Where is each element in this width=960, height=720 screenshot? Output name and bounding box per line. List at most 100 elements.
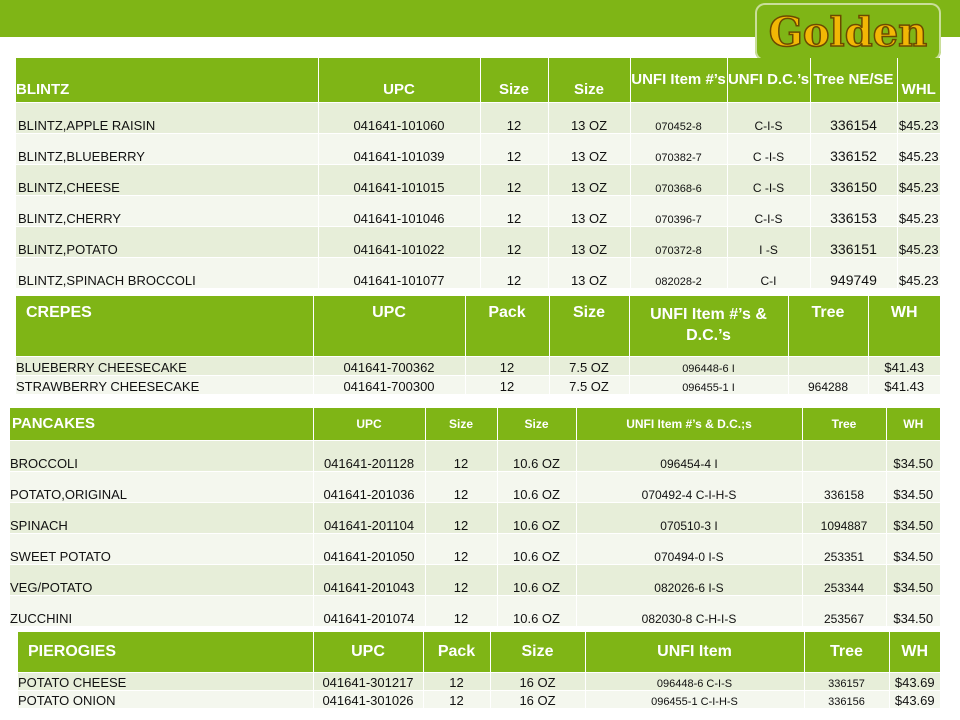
pancakes-cell: $34.50 [885, 470, 940, 502]
crepes-size-header: Size [548, 296, 629, 356]
pierogies-header-row: PIEROGIES UPC Pack Size UNFI Item Tree W… [18, 632, 940, 672]
pancakes-row: POTATO,ORIGINAL 041641-201036 12 10.6 OZ 070… [10, 470, 940, 502]
pancakes-cell: 336158 [801, 470, 886, 502]
crepes-category-header: CREPES [16, 296, 313, 356]
blintz-cell: 041641-101039 [317, 132, 480, 164]
pancakes-cell: 10.6 OZ [496, 439, 576, 471]
blintz-tree-header: Tree NE/SE [809, 58, 897, 102]
pierogies-category-header: PIEROGIES [18, 632, 313, 672]
golden-logo: Golden [755, 3, 941, 61]
blintz-cell: C-I [726, 256, 810, 288]
blintz-cell: 12 [479, 163, 548, 195]
pancakes-cell: 041641-201043 [312, 563, 425, 595]
crepes-cell: 12 [464, 355, 549, 375]
crepes-cell: 041641-700300 [312, 374, 465, 394]
crepes-cell: 041641-700362 [312, 355, 465, 375]
pierogies-row: POTATO CHEESE 041641-301217 12 16 OZ 096448-… [18, 671, 940, 690]
pierogies-pack-header: Pack [422, 632, 490, 672]
blintz-header-row: BLINTZ UPC Size Size UNFI Item #’s UNFI … [16, 58, 940, 102]
pancakes-cell: 12 [424, 532, 497, 564]
crepes-row: BLUEBERRY CHEESECAKE 041641-700362 12 7.5 O… [16, 355, 940, 375]
blintz-cell: 12 [479, 194, 548, 226]
blintz-cell: 041641-101022 [317, 225, 480, 257]
crepes-wh-header: WH [867, 296, 940, 356]
crepes-cell: 096455-1 I [628, 374, 788, 394]
blintz-unfi-dc-header: UNFI D.C.’s [726, 58, 810, 102]
blintz-cell: $45.23 [896, 101, 940, 133]
blintz-row: BLINTZ,POTATO 041641-101022 12 13 OZ 070372-… [16, 225, 940, 257]
pancakes-cell: 10.6 OZ [496, 532, 576, 564]
crepes-tree-header: Tree [787, 296, 868, 356]
crepes-cell: 7.5 OZ [548, 355, 629, 375]
pancakes-cell: 070494-0 I-S [575, 532, 802, 564]
blintz-cell: 041641-101015 [317, 163, 480, 195]
pancakes-cell: POTATO,ORIGINAL [10, 470, 313, 502]
pancakes-cell: VEG/POTATO [10, 563, 313, 595]
blintz-cell: 13 OZ [547, 225, 630, 257]
pancakes-wh-header: WH [885, 408, 940, 440]
pancakes-category-header: PANCAKES [10, 408, 313, 440]
blintz-cell: BLINTZ,SPINACH BROCCOLI [16, 256, 318, 288]
blintz-category-header: BLINTZ [16, 58, 318, 102]
blintz-cell: I -S [726, 225, 810, 257]
pierogies-cell: 16 OZ [489, 689, 585, 708]
blintz-cell: 12 [479, 101, 548, 133]
blintz-cell: C -I-S [726, 163, 810, 195]
crepes-unfi-header: UNFI Item #’s & D.C.’s [628, 296, 788, 356]
pierogies-cell: 041641-301217 [312, 671, 423, 690]
blintz-cell: C -I-S [726, 132, 810, 164]
pancakes-cell: 070492-4 C-I-H-S [575, 470, 802, 502]
pancakes-row: ZUCCHINI 041641-201074 12 10.6 OZ 082030-8 C… [10, 594, 940, 626]
blintz-cell: 13 OZ [547, 256, 630, 288]
pierogies-unfi-header: UNFI Item [584, 632, 804, 672]
pancakes-cell [801, 439, 886, 471]
pierogies-cell: POTATO CHEESE [18, 671, 313, 690]
blintz-cell: 070372-8 [629, 225, 727, 257]
pancakes-cell: 12 [424, 501, 497, 533]
blintz-cell: $45.23 [896, 163, 940, 195]
blintz-upc-header: UPC [317, 58, 480, 102]
blintz-size2-header: Size [547, 58, 630, 102]
blintz-cell: 12 [479, 256, 548, 288]
pierogies-tree-header: Tree [803, 632, 889, 672]
pancakes-size-header: Size [424, 408, 497, 440]
pancakes-cell: 12 [424, 563, 497, 595]
pancakes-cell: 12 [424, 439, 497, 471]
blintz-cell: 12 [479, 132, 548, 164]
blintz-whl-header: WHL [896, 58, 940, 102]
blintz-cell: 949749 [809, 256, 897, 288]
pancakes-row: SWEET POTATO 041641-201050 12 10.6 OZ 070494… [10, 532, 940, 564]
crepes-cell: 964288 [787, 374, 868, 394]
pancakes-cell: 041641-201104 [312, 501, 425, 533]
pancakes-cell: $34.50 [885, 532, 940, 564]
blintz-cell: C-I-S [726, 101, 810, 133]
blintz-cell: 336153 [809, 194, 897, 226]
crepes-cell: STRAWBERRY CHEESECAKE [16, 374, 313, 394]
pancakes-cell: SPINACH [10, 501, 313, 533]
pierogies-size-header: Size [489, 632, 585, 672]
blintz-cell: 070396-7 [629, 194, 727, 226]
pancakes-cell: $34.50 [885, 563, 940, 595]
blintz-cell: 070382-7 [629, 132, 727, 164]
blintz-cell: $45.23 [896, 194, 940, 226]
blintz-cell: 13 OZ [547, 101, 630, 133]
pancakes-cell: 041641-201128 [312, 439, 425, 471]
crepes-row: STRAWBERRY CHEESECAKE 041641-700300 12 7.5 … [16, 374, 940, 394]
pierogies-cell: 336156 [803, 689, 889, 708]
pancakes-cell: 10.6 OZ [496, 563, 576, 595]
blintz-cell: 070452-8 [629, 101, 727, 133]
pancakes-header-row: PANCAKES UPC Size Size UNFI Item #’s & D… [10, 408, 940, 440]
pierogies-cell: $43.69 [888, 671, 940, 690]
pierogies-cell: 096455-1 C-I-H-S [584, 689, 804, 708]
pancakes-cell: 10.6 OZ [496, 501, 576, 533]
pierogies-row: POTATO ONION 041641-301026 12 16 OZ 096455-1… [18, 689, 940, 708]
pancakes-row: VEG/POTATO 041641-201043 12 10.6 OZ 082026-6… [10, 563, 940, 595]
blintz-cell: C-I-S [726, 194, 810, 226]
pancakes-cell: 10.6 OZ [496, 594, 576, 626]
blintz-unfi-item-header: UNFI Item #’s [629, 58, 727, 102]
crepes-cell: BLUEBERRY CHEESECAKE [16, 355, 313, 375]
pancakes-cell: SWEET POTATO [10, 532, 313, 564]
crepes-table: CREPES UPC Pack Size UNFI Item #’s & D.C… [16, 296, 940, 394]
pancakes-cell: 253567 [801, 594, 886, 626]
blintz-cell: BLINTZ,POTATO [16, 225, 318, 257]
